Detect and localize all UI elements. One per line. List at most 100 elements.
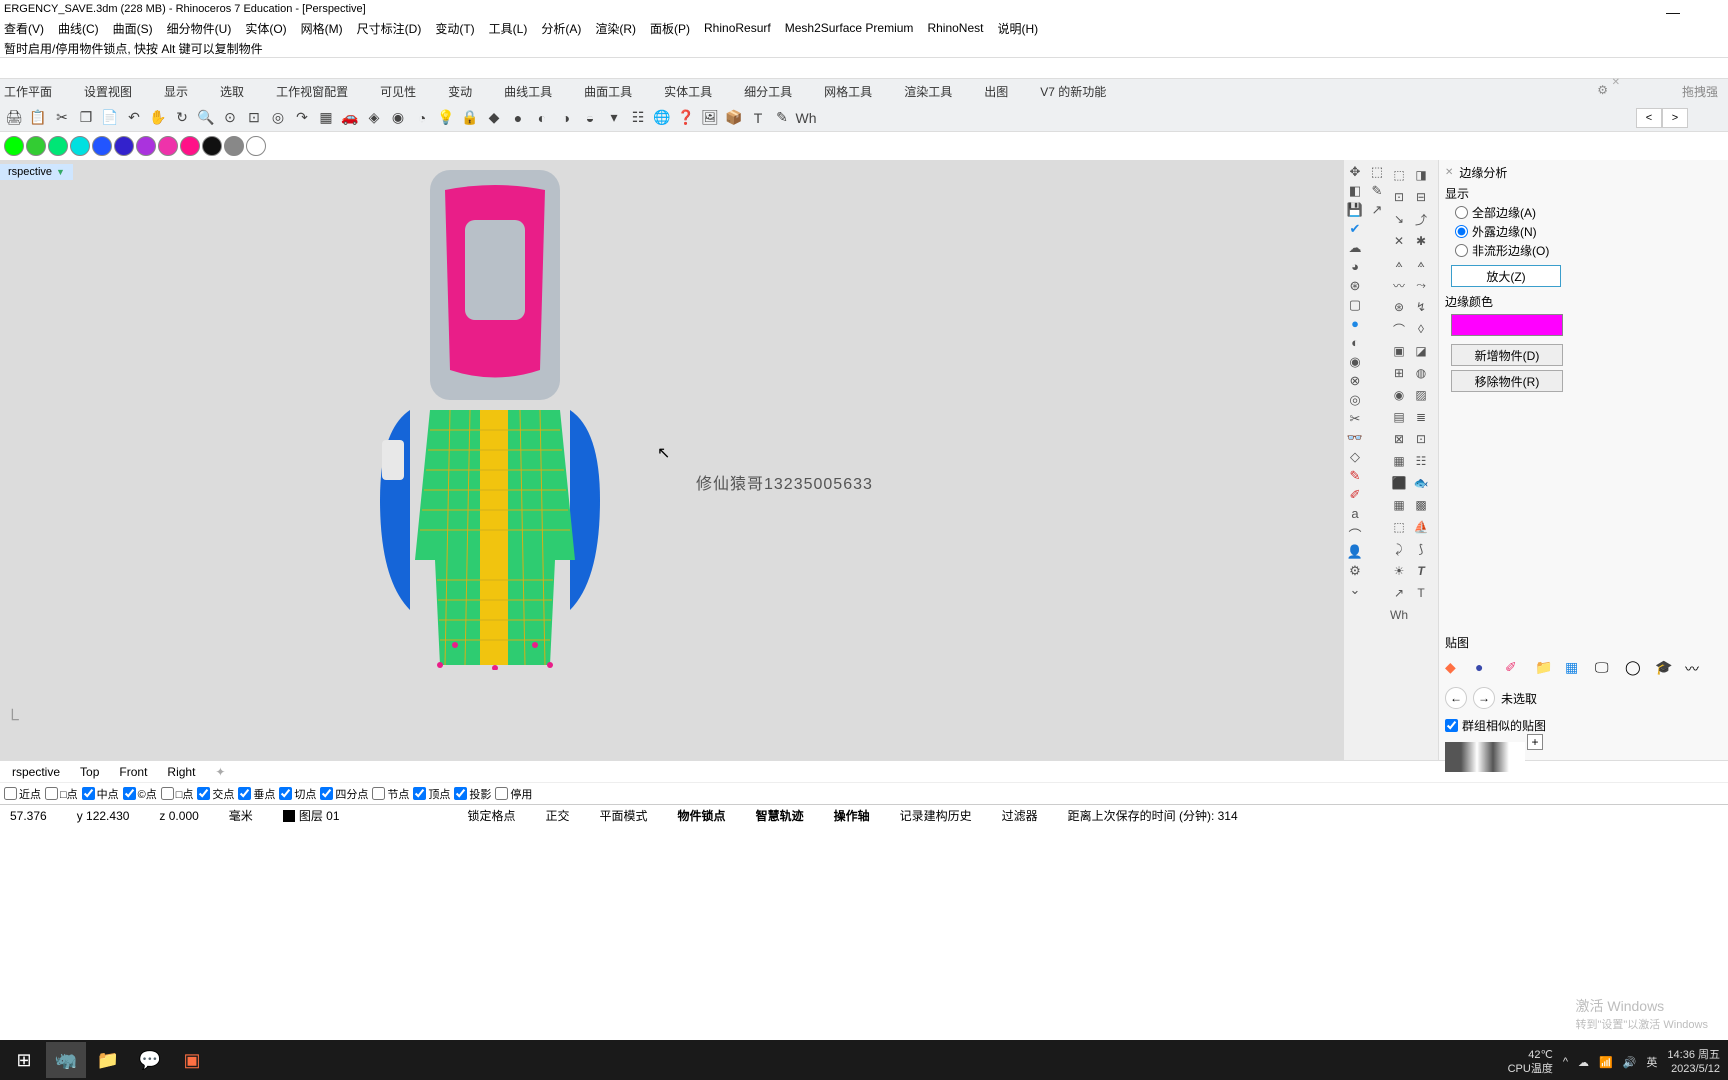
menu-item[interactable]: 尺寸标注(D) (357, 20, 422, 37)
viewport-tab[interactable]: Front (111, 763, 155, 781)
status-item[interactable]: 锁定格点 (462, 807, 522, 824)
tool-icon[interactable]: 👤 (1346, 544, 1364, 562)
tool-icon[interactable]: ▨ (1410, 384, 1432, 406)
car-icon[interactable]: 🚗 (340, 108, 360, 128)
status-item[interactable]: 正交 (540, 807, 576, 824)
tool-icon[interactable]: ⊡ (1410, 428, 1432, 450)
texture-icon[interactable]: ◆ (1445, 659, 1463, 677)
copy-icon[interactable]: ❐ (76, 108, 96, 128)
tool-icon[interactable]: ⤸ (1388, 538, 1410, 560)
save-icon[interactable]: 💾 (1346, 202, 1364, 220)
undo-icon[interactable]: ↶ (124, 108, 144, 128)
color-swatch[interactable] (114, 136, 134, 156)
tab[interactable]: 设置视图 (84, 83, 132, 100)
tray-volume-icon[interactable]: 🔊 (1623, 1056, 1637, 1069)
color-swatch[interactable] (48, 136, 68, 156)
layer-icon[interactable]: ◔ (412, 108, 432, 128)
tool-icon[interactable]: ▩ (1410, 494, 1432, 516)
monitor-icon[interactable]: 🖵 (1595, 659, 1613, 677)
clipboard-icon[interactable]: 📋 (28, 108, 48, 128)
status-item[interactable]: 平面模式 (594, 807, 654, 824)
status-item[interactable]: 操作轴 (828, 807, 876, 824)
menu-item[interactable]: 曲线(C) (58, 20, 99, 37)
check-icon[interactable]: ✔ (1346, 221, 1364, 239)
tool-icon[interactable] (1410, 604, 1432, 626)
nav-prev-button[interactable]: < (1636, 108, 1662, 128)
tool-icon[interactable]: ↗ (1388, 582, 1410, 604)
sphere-icon[interactable]: ● (508, 108, 528, 128)
tool-icon[interactable]: ⤳ (1410, 274, 1432, 296)
menu-item[interactable]: Mesh2Surface Premium (785, 21, 914, 35)
tool-icon[interactable]: ⬛ (1388, 472, 1410, 494)
select-icon[interactable]: ▾ (604, 108, 624, 128)
menu-item[interactable]: 工具(L) (489, 20, 528, 37)
command-input[interactable] (0, 58, 1728, 78)
tool-icon[interactable]: ✕ (1388, 230, 1410, 252)
tool-icon[interactable]: ⛵ (1410, 516, 1432, 538)
tool-icon[interactable]: ◨ (1410, 164, 1432, 186)
tool-icon[interactable]: ▤ (1388, 406, 1410, 428)
tab[interactable]: V7 的新功能 (1040, 83, 1106, 100)
current-layer[interactable]: 图层 01 (277, 807, 346, 824)
eraser-icon[interactable]: ✐ (1505, 659, 1523, 677)
window-icon[interactable]: ▦ (1565, 659, 1583, 677)
print-icon[interactable]: 🖨 (4, 108, 24, 128)
tab[interactable]: 工作平面 (4, 83, 52, 100)
tab[interactable]: 网格工具 (824, 83, 872, 100)
color-swatch[interactable] (224, 136, 244, 156)
tool-icon[interactable]: ◍ (1410, 362, 1432, 384)
osnap-item[interactable]: 垂点 (238, 786, 275, 802)
menu-item[interactable]: 查看(V) (4, 20, 44, 37)
tool-icon[interactable]: ⊞ (1388, 362, 1410, 384)
tool-icon[interactable]: ☷ (1410, 450, 1432, 472)
osnap-item[interactable]: 中点 (82, 786, 119, 802)
tool-icon[interactable]: 🐟 (1410, 472, 1432, 494)
nav-forward-icon[interactable]: → (1473, 687, 1495, 709)
menu-item[interactable]: 网格(M) (301, 20, 343, 37)
color-swatch[interactable] (92, 136, 112, 156)
color-swatch[interactable] (70, 136, 90, 156)
color-swatch[interactable] (246, 136, 266, 156)
shade-icon[interactable]: ◑ (556, 108, 576, 128)
menu-item[interactable]: 分析(A) (541, 20, 581, 37)
add-object-button[interactable]: 新增物件(D) (1451, 344, 1563, 366)
color-swatch[interactable] (136, 136, 156, 156)
remove-object-button[interactable]: 移除物件(R) (1451, 370, 1563, 392)
tool-icon[interactable]: ◇ (1346, 449, 1364, 467)
picture-icon[interactable]: 🖼 (700, 108, 720, 128)
tool-icon[interactable]: 👓 (1346, 430, 1364, 448)
box-icon[interactable]: 📦 (724, 108, 744, 128)
tray-cloud-icon[interactable]: ☁ (1578, 1056, 1589, 1069)
tool-icon[interactable]: ◕ (1346, 259, 1364, 277)
construction-plane-icon[interactable]: ◉ (388, 108, 408, 128)
tool-icon[interactable]: ↘ (1388, 208, 1410, 230)
tool-icon[interactable]: ⤴ (1410, 208, 1432, 230)
osnap-item[interactable]: ©点 (123, 786, 157, 802)
circle-icon[interactable]: ◯ (1625, 659, 1643, 677)
viewport-tab[interactable]: Right (159, 763, 203, 781)
tab[interactable]: 显示 (164, 83, 188, 100)
color-swatch[interactable] (180, 136, 200, 156)
named-view-icon[interactable]: ◈ (364, 108, 384, 128)
tool-icon[interactable]: ⊗ (1346, 373, 1364, 391)
redo-view-icon[interactable]: ↷ (292, 108, 312, 128)
osnap-item[interactable]: □点 (45, 786, 78, 802)
texture-icon[interactable]: ● (1475, 659, 1493, 677)
tool-icon[interactable]: ✱ (1410, 230, 1432, 252)
color-swatch[interactable] (26, 136, 46, 156)
cut-icon[interactable]: ✂ (52, 108, 72, 128)
osnap-item[interactable]: 切点 (279, 786, 316, 802)
tool-icon[interactable]: ⊛ (1388, 296, 1410, 318)
material-icon[interactable]: ◐ (532, 108, 552, 128)
tool-icon[interactable]: ⊡ (1388, 186, 1410, 208)
nav-next-button[interactable]: > (1662, 108, 1688, 128)
cplane-icon[interactable]: ▦ (316, 108, 336, 128)
radio-naked-edges[interactable]: 外露边缘(N) (1455, 223, 1722, 240)
tool-icon[interactable]: ⌒ (1346, 525, 1364, 543)
menu-item[interactable]: 细分物件(U) (167, 20, 232, 37)
color-swatch[interactable] (158, 136, 178, 156)
close-icon[interactable]: ✕ (1612, 77, 1620, 88)
nav-back-icon[interactable]: ← (1445, 687, 1467, 709)
radio-all-edges[interactable]: 全部边缘(A) (1455, 204, 1722, 221)
tab[interactable]: 可见性 (380, 83, 416, 100)
